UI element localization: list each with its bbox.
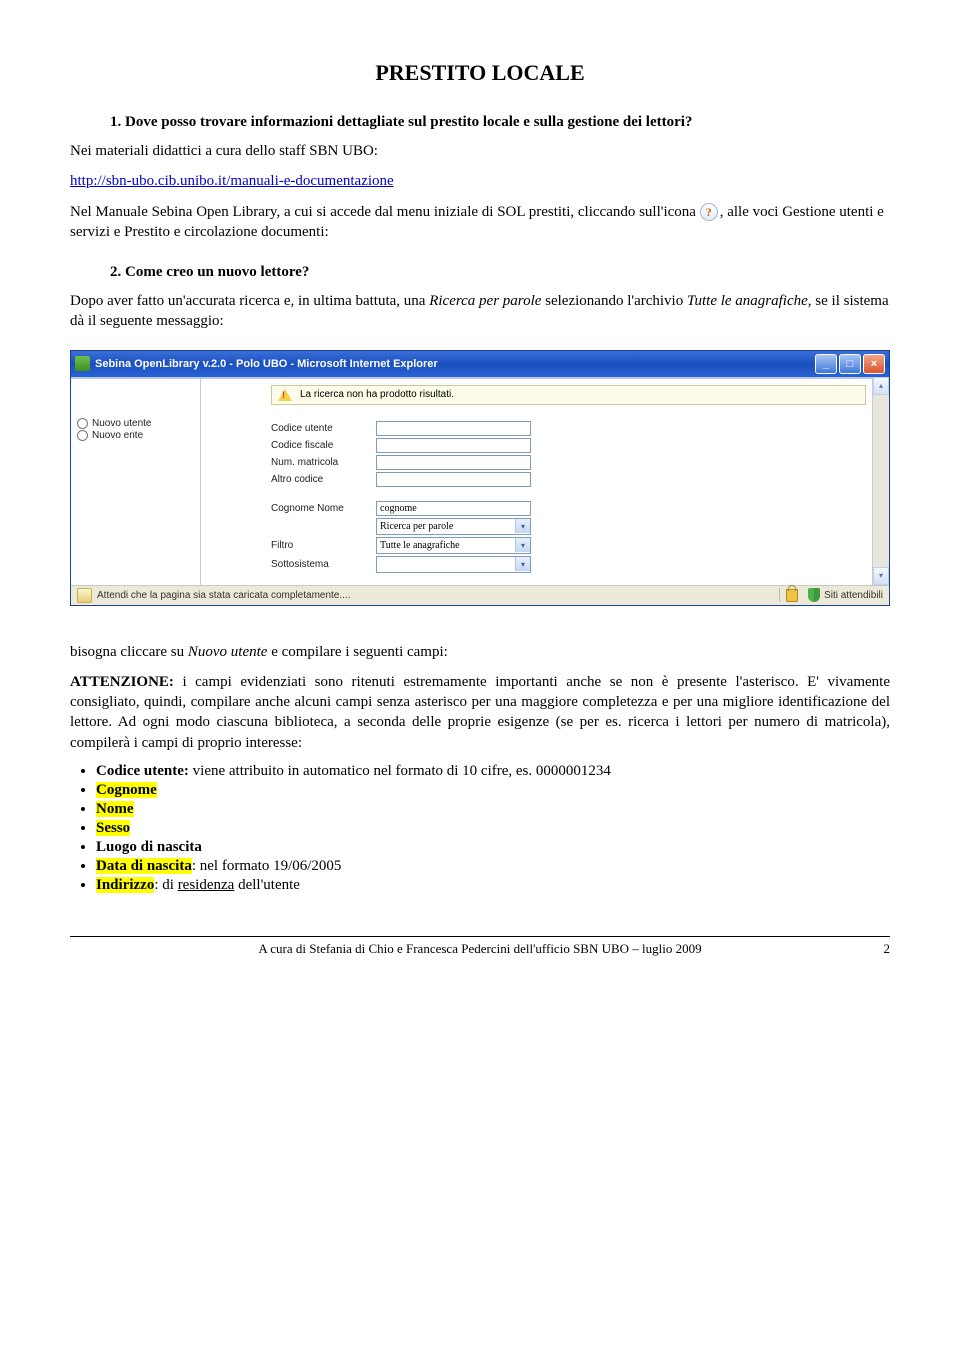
select-ricerca[interactable]: Ricerca per parole ▾ (376, 518, 531, 535)
window-title: Sebina OpenLibrary v.2.0 - Polo UBO - Mi… (95, 358, 813, 370)
page-number: 2 (884, 941, 891, 957)
chevron-down-icon: ▾ (515, 557, 530, 571)
field-list: Codice utente: viene attribuito in autom… (96, 763, 890, 894)
list-item: Nome (96, 801, 890, 818)
minimize-button[interactable]: _ (815, 354, 837, 374)
question-1-heading: 1. Dove posso trovare informazioni detta… (110, 114, 890, 131)
radio-nuovo-ente[interactable]: Nuovo ente (77, 430, 194, 441)
input-matricola[interactable] (376, 455, 531, 470)
status-bar: Attendi che la pagina sia stata caricata… (71, 585, 889, 605)
window-titlebar: Sebina OpenLibrary v.2.0 - Polo UBO - Mi… (71, 351, 889, 377)
select-sottosistema[interactable]: ▾ (376, 556, 531, 573)
zone-text: Siti attendibili (824, 590, 883, 601)
input-altro-codice[interactable] (376, 472, 531, 487)
help-icon: ? (700, 203, 718, 221)
status-text: Attendi che la pagina sia stata caricata… (97, 590, 350, 601)
list-item: Cognome (96, 782, 890, 799)
list-item: Codice utente: viene attribuito in autom… (96, 763, 890, 780)
maximize-button[interactable]: □ (839, 354, 861, 374)
select-filtro[interactable]: Tutte le anagrafiche ▾ (376, 537, 531, 554)
row-matricola: Num. matricola (201, 455, 872, 470)
q1-paragraph-1: Nei materiali didattici a cura dello sta… (70, 141, 890, 161)
chevron-down-icon: ▾ (515, 538, 530, 552)
radio-nuovo-utente[interactable]: Nuovo utente (77, 418, 194, 429)
alert-message: La ricerca non ha prodotto risultati. (271, 385, 866, 405)
close-button[interactable]: × (863, 354, 885, 374)
scroll-down-button[interactable]: ▾ (873, 567, 889, 585)
page-title: PRESTITO LOCALE (70, 60, 890, 86)
list-item: Indirizzo: di residenza dell'utente (96, 877, 890, 894)
sidebar: Nuovo utente Nuovo ente (71, 379, 201, 585)
page-icon (77, 588, 92, 603)
row-codice-utente: Codice utente (201, 421, 872, 436)
shield-icon (808, 588, 820, 602)
row-sottosistema: Sottosistema ▾ (201, 556, 872, 573)
radio-input[interactable] (77, 430, 88, 441)
list-item: Sesso (96, 820, 890, 837)
after-p2: ATTENZIONE: i campi evidenziati sono rit… (70, 672, 890, 753)
radio-input[interactable] (77, 418, 88, 429)
chevron-down-icon: ▾ (515, 519, 530, 533)
app-icon (75, 356, 90, 371)
page-footer: A cura di Stefania di Chio e Francesca P… (70, 936, 890, 957)
input-codice-utente[interactable] (376, 421, 531, 436)
lock-icon (786, 589, 798, 602)
row-altro-codice: Altro codice (201, 472, 872, 487)
scroll-up-button[interactable]: ▴ (873, 377, 889, 395)
manual-link[interactable]: http://sbn-ubo.cib.unibo.it/manuali-e-do… (70, 173, 394, 189)
warning-icon (278, 389, 292, 401)
question-2-heading: 2. Come creo un nuovo lettore? (110, 264, 890, 281)
vertical-scrollbar[interactable]: ▴ ▾ (872, 377, 889, 585)
q2-paragraph-1: Dopo aver fatto un'accurata ricerca e, i… (70, 291, 890, 332)
after-p1: bisogna cliccare su Nuovo utente e compi… (70, 642, 890, 662)
row-cognome-nome: Cognome Nome (201, 501, 872, 516)
embedded-screenshot: Sebina OpenLibrary v.2.0 - Polo UBO - Mi… (70, 350, 890, 606)
row-codice-fiscale: Codice fiscale (201, 438, 872, 453)
input-codice-fiscale[interactable] (376, 438, 531, 453)
row-filtro-ricerca: Ricerca per parole ▾ (201, 518, 872, 535)
input-cognome-nome[interactable] (376, 501, 531, 516)
list-item: Luogo di nascita (96, 839, 890, 856)
list-item: Data di nascita: nel formato 19/06/2005 (96, 858, 890, 875)
q1-paragraph-2: Nel Manuale Sebina Open Library, a cui s… (70, 202, 890, 243)
row-filtro: Filtro Tutte le anagrafiche ▾ (201, 537, 872, 554)
